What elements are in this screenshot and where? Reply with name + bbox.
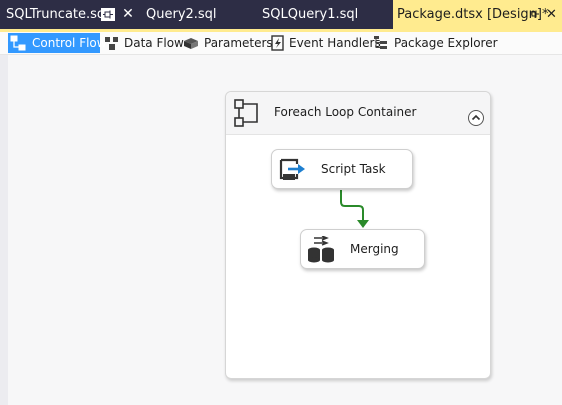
pin-icon[interactable]: [101, 8, 115, 21]
tab-control-flow[interactable]: Control Flow: [8, 33, 107, 53]
script-task[interactable]: Script Task: [271, 149, 413, 189]
tab-parameters[interactable]: Parameters: [183, 33, 273, 53]
container-title: Foreach Loop Container: [274, 105, 417, 119]
tab-query2[interactable]: Query2.sql: [146, 0, 217, 29]
precedence-constraint-arrow[interactable]: [335, 190, 375, 232]
close-tab-icon[interactable]: ✕: [121, 7, 135, 21]
tab-label: Control Flow: [32, 36, 107, 50]
package-explorer-icon: [374, 36, 387, 49]
designer-toolbar: Control Flow Data Flow Parameters Event …: [0, 32, 562, 55]
tab-label: Parameters: [204, 36, 273, 50]
task-label: Merging: [350, 242, 399, 256]
tab-label: SQLQuery1.sql: [262, 7, 359, 22]
tab-label: Event Handlers: [289, 36, 381, 50]
container-header[interactable]: Foreach Loop Container: [226, 92, 490, 135]
control-flow-icon: [10, 35, 26, 51]
tab-package-design[interactable]: Package.dtsx [Design]* ✕: [393, 0, 562, 32]
script-task-icon: [279, 158, 305, 180]
chevron-up-icon: [471, 114, 481, 121]
tab-data-flow[interactable]: Data Flow: [104, 33, 184, 53]
tab-label: Package.dtsx [Design]*: [397, 7, 549, 22]
design-surface[interactable]: Foreach Loop Container Script Task Mergi…: [0, 55, 562, 405]
parameters-icon: [184, 38, 198, 49]
data-flow-icon: [105, 37, 118, 50]
tab-package-explorer[interactable]: Package Explorer: [373, 33, 498, 53]
close-tab-icon[interactable]: ✕: [546, 0, 557, 29]
tab-label: Package Explorer: [394, 36, 498, 50]
collapse-button[interactable]: [468, 110, 484, 126]
foreach-loop-icon: [234, 99, 258, 127]
task-label: Script Task: [321, 162, 386, 176]
tab-label: SQLTruncate.sql: [6, 7, 109, 22]
event-handlers-icon: [271, 35, 284, 51]
tab-event-handlers[interactable]: Event Handlers: [270, 33, 381, 53]
canvas-left-margin: [0, 55, 8, 405]
merge-icon: [308, 236, 334, 263]
tab-label: Data Flow: [124, 36, 184, 50]
document-tab-bar: SQLTruncate.sql ✕ Query2.sql SQLQuery1.s…: [0, 0, 562, 32]
tab-sqlquery1[interactable]: SQLQuery1.sql: [262, 0, 358, 29]
merge-task[interactable]: Merging: [300, 229, 425, 269]
tab-label: Query2.sql: [146, 7, 217, 22]
